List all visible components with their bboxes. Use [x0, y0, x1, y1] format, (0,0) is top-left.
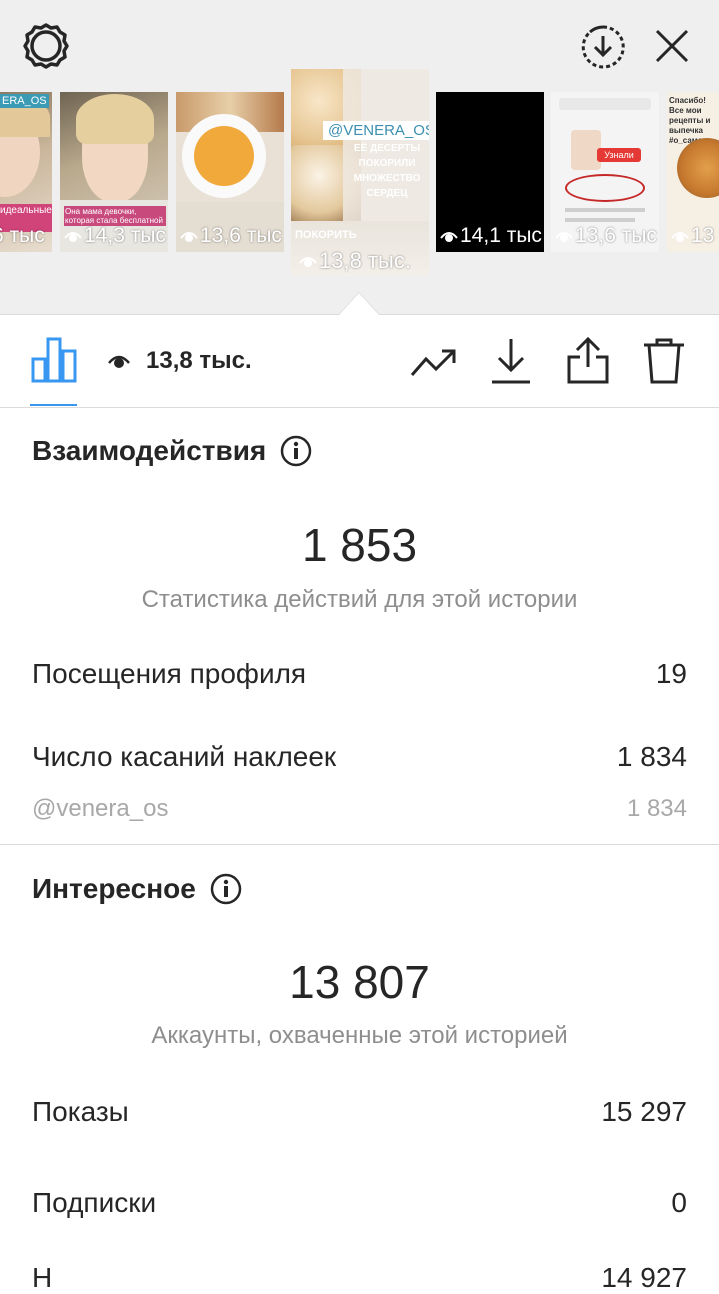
selected-story-pointer [339, 293, 379, 315]
story-views: 13,8 тыс. [299, 248, 411, 274]
row-label: Показы [32, 1096, 129, 1127]
info-icon[interactable] [210, 873, 242, 905]
interactions-title-text: Взаимодействия [32, 435, 267, 466]
eye-icon [555, 232, 573, 242]
story-thumbnail[interactable]: идеальные ERA_OS 6 тыс [0, 92, 52, 252]
sticker-taps-row[interactable]: Число касаний наклеек 1 834 [32, 741, 687, 773]
eye-icon [180, 232, 198, 242]
insights-toolbar: 13,8 тыс. [0, 315, 719, 408]
story-thumbnail[interactable]: 14,1 тыс [436, 92, 544, 252]
discovery-total: 13 807 [289, 956, 430, 1008]
eye-icon [64, 232, 82, 242]
story-badge: Узнали [597, 148, 641, 162]
sticker-mention-row: @venera_os 1 834 [32, 795, 687, 823]
story-caption: ERA_OS [0, 94, 49, 108]
bar-chart-icon[interactable] [31, 337, 77, 388]
story-thumbnail-selected[interactable]: @VENERA_OS ЕЁ ДЕСЕРТЫ ПОКОРИЛИ МНОЖЕСТВО… [291, 69, 429, 276]
active-tab-indicator [30, 404, 77, 406]
discovery-caption: Аккаунты, охваченные этой историей [151, 1022, 568, 1049]
views-count: 13,8 тыс. [146, 347, 252, 374]
row-value: 1 834 [626, 795, 687, 822]
story-caption: Она мама девочки, которая стала бесплатн… [64, 206, 166, 226]
story-views: 14,1 тыс [440, 224, 542, 248]
story-thumbnail[interactable]: Узнали 13,6 тыс [551, 92, 659, 252]
row-label: @venera_os [32, 795, 169, 822]
share-icon[interactable] [566, 335, 610, 390]
download-icon[interactable] [490, 337, 532, 390]
trending-icon[interactable] [410, 345, 458, 384]
download-circle-icon[interactable] [580, 24, 626, 70]
row-value: 0 [671, 1187, 687, 1218]
follows-row: Подписки 0 [32, 1187, 687, 1219]
info-icon[interactable] [280, 435, 312, 467]
eye-icon [299, 257, 317, 267]
row-value: 1 834 [616, 741, 687, 772]
eye-icon [108, 351, 130, 374]
interactions-caption: Статистика действий для этой истории [141, 586, 578, 613]
trash-icon[interactable] [642, 337, 686, 390]
story-tag: @VENERA_OS [323, 121, 429, 140]
row-value: 15 297 [601, 1096, 687, 1127]
story-thumbnail[interactable]: 13,6 тыс [176, 92, 284, 252]
story-views: 13,6 тыс [180, 224, 282, 248]
row-label: Подписки [32, 1187, 157, 1218]
row-value: 19 [655, 658, 687, 689]
eye-icon [671, 232, 689, 242]
row-label: Посещения профиля [32, 658, 307, 689]
story-views: 13,6 тыс [555, 224, 657, 248]
row-label: Н [32, 1262, 53, 1293]
close-icon[interactable] [654, 28, 690, 64]
story-views: 14,3 тыс [64, 224, 166, 248]
section-divider [0, 844, 719, 845]
row-label: Число касаний наклеек [32, 741, 337, 772]
story-views: 13 [671, 224, 714, 248]
discovery-title: Интересное [32, 873, 242, 905]
eye-icon [440, 232, 458, 242]
impressions-row: Показы 15 297 [32, 1096, 687, 1128]
story-thumbnail[interactable]: Спасибо! Все мои рецепты и выпечка #о_са… [667, 92, 719, 252]
story-footer-text: ПОКОРИТЬ [295, 229, 357, 241]
gear-icon[interactable] [22, 22, 70, 70]
interactions-title: Взаимодействия [32, 435, 312, 467]
partial-row: Н 14 927 [32, 1262, 687, 1294]
interactions-total: 1 853 [301, 519, 418, 571]
profile-visits-row: Посещения профиля 19 [32, 658, 687, 690]
row-value: 14 927 [601, 1262, 687, 1293]
story-thumbnail[interactable]: Она мама девочки, которая стала бесплатн… [60, 92, 168, 252]
discovery-title-text: Интересное [32, 873, 196, 904]
story-views: 6 тыс [0, 224, 45, 247]
story-overlay-text: идеальные [0, 205, 52, 216]
story-overlay-text: ЕЁ ДЕСЕРТЫ ПОКОРИЛИ МНОЖЕСТВО СЕРДЕЦ [353, 143, 421, 199]
